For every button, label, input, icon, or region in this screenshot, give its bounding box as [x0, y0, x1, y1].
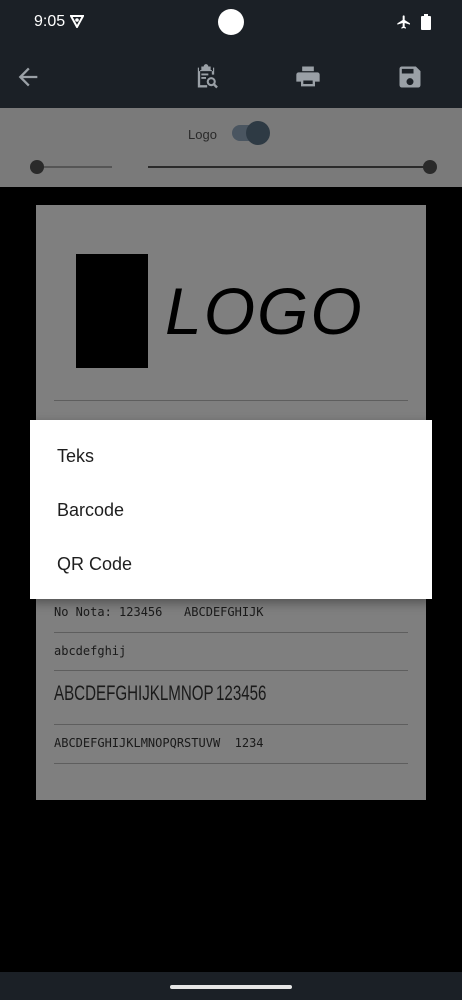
logo-toggle-label: Logo: [188, 127, 217, 142]
camera-cutout: [218, 9, 244, 35]
menu-item-label: QR Code: [57, 554, 133, 574]
back-arrow-icon[interactable]: [14, 63, 42, 91]
logo-toggle-thumb[interactable]: [246, 121, 270, 145]
battery-icon: [421, 14, 431, 30]
slider-left-track[interactable]: [36, 166, 112, 168]
menu-item-barcode[interactable]: Barcode: [30, 484, 432, 538]
receipt-line-large-left: ABCDEFGHIJKLMNOP: [54, 682, 214, 705]
vpn-key-icon: [70, 15, 84, 28]
receipt-divider: [54, 632, 408, 633]
receipt-divider: [54, 724, 408, 725]
settings-toolbar: [0, 108, 462, 187]
app-bar: [0, 46, 462, 108]
menu-item-qr-code[interactable]: QR Code: [30, 538, 432, 592]
airplane-mode-icon: [397, 15, 410, 29]
status-time: 9:05: [34, 13, 66, 30]
slider-left-handle[interactable]: [30, 160, 44, 174]
gesture-handle[interactable]: [170, 985, 292, 989]
menu-item-teks[interactable]: Teks: [30, 430, 432, 484]
receipt-line-long: ABCDEFGHIJKLMNOPQRSTUVW 1234: [54, 736, 264, 750]
logo-image-placeholder: [76, 254, 148, 368]
receipt-divider: [54, 400, 408, 401]
menu-item-label: Barcode: [57, 500, 125, 520]
clipboard-search-icon[interactable]: [192, 63, 220, 91]
slider-right-track[interactable]: [148, 166, 430, 168]
receipt-divider: [54, 670, 408, 671]
slider-right-handle[interactable]: [423, 160, 437, 174]
receipt-line-nota: No Nota: 123456 ABCDEFGHIJK: [54, 605, 264, 619]
save-icon[interactable]: [396, 63, 424, 91]
print-icon[interactable]: [294, 63, 322, 91]
receipt-line-large-right: 123456: [216, 682, 267, 705]
add-element-dialog: Teks Barcode QR Code: [30, 420, 432, 599]
menu-item-label: Teks: [57, 446, 95, 466]
receipt-line-text: abcdefghij: [54, 644, 127, 658]
logo-text: LOGO: [165, 274, 364, 348]
receipt-divider: [54, 763, 408, 764]
